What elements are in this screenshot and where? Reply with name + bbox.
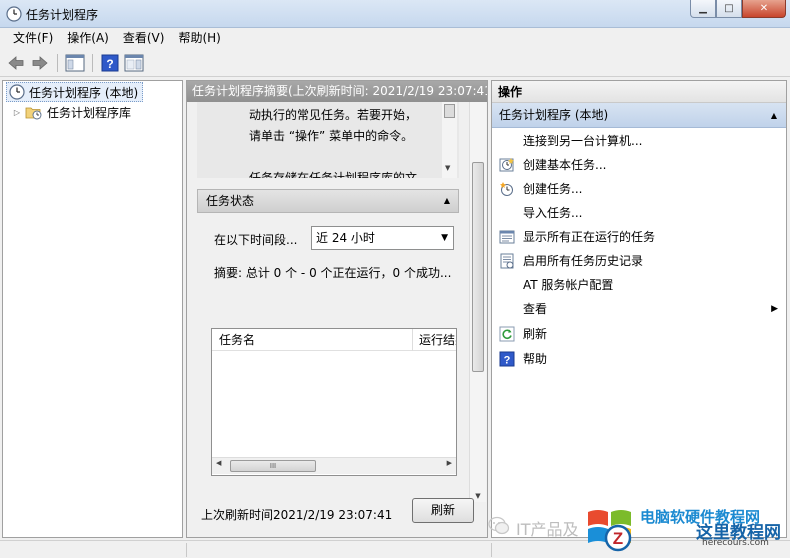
dropdown-arrow-icon[interactable]: ▼	[441, 227, 448, 249]
show-action-pane-icon[interactable]	[124, 53, 144, 73]
table-header-row: 任务名 运行结果	[212, 329, 456, 351]
summary-header: 任务计划程序摘要(上次刷新时间: 2021/2/19 23:07:41)	[187, 81, 487, 102]
clock-icon	[9, 84, 25, 100]
scroll-right-arrow-icon[interactable]: ▶	[447, 459, 452, 467]
window-title: 任务计划程序	[26, 8, 99, 22]
folder-clock-icon	[25, 107, 42, 120]
maximize-button[interactable]: □	[716, 0, 742, 18]
collapse-caret-icon[interactable]: ▲	[771, 103, 777, 128]
table-scroll-thumb[interactable]: III	[230, 460, 316, 472]
menu-bar: 文件(F) 操作(A) 查看(V) 帮助(H)	[0, 28, 790, 49]
action-label: 查看	[523, 302, 548, 316]
summary-scroll-thumb[interactable]	[472, 162, 484, 372]
task-summary-text: 摘要: 总计 0 个 - 0 个正在运行，0 个成功...	[214, 266, 452, 280]
actions-pane: 操作 任务计划程序 (本地) ▲ 连接到另一台计算机... 创建基本任务... …	[491, 80, 787, 538]
task-status-table: 任务名 运行结果 ◀ III ▶	[211, 328, 457, 476]
scroll-left-arrow-icon[interactable]: ◀	[216, 459, 221, 467]
action-label: 刷新	[523, 327, 548, 341]
svg-text:?: ?	[504, 355, 511, 367]
description-line: 动执行的常见任务。若要开始，	[249, 108, 418, 122]
minimize-button[interactable]: ▁	[690, 0, 716, 18]
refresh-button[interactable]: 刷新	[412, 498, 474, 523]
collapse-caret-icon[interactable]: ▲	[444, 190, 450, 212]
summary-pane: 任务计划程序摘要(上次刷新时间: 2021/2/19 23:07:41) 动执行…	[186, 80, 488, 538]
description-line: 任务存储在任务计划程序库的文	[249, 171, 418, 178]
status-bar-divider	[491, 543, 492, 557]
menu-action[interactable]: 操作(A)	[60, 28, 116, 49]
action-at-service-account[interactable]: AT 服务帐户配置	[492, 273, 786, 297]
description-scrollbar[interactable]: ▼	[442, 102, 457, 178]
task-scheduler-app-icon	[6, 6, 22, 22]
action-create-basic-task[interactable]: 创建基本任务...	[492, 153, 786, 177]
actions-header: 操作	[492, 81, 786, 103]
scroll-down-arrow-icon[interactable]: ▼	[445, 164, 450, 172]
task-status-title: 任务状态	[206, 194, 255, 208]
action-label: 导入任务...	[523, 206, 583, 220]
help-icon[interactable]: ?	[100, 53, 120, 73]
tree-item-task-scheduler-local[interactable]: 任务计划程序 (本地)	[6, 82, 144, 102]
svg-text:?: ?	[106, 57, 113, 71]
column-header-task-name[interactable]: 任务名	[212, 329, 255, 351]
expand-arrow-icon[interactable]: ▷	[12, 108, 22, 117]
action-help[interactable]: ? 帮助	[492, 347, 786, 371]
description-line: 请单击 “操作” 菜单中的命令。	[249, 129, 414, 143]
last-refresh-time: 上次刷新时间2021/2/19 23:07:41	[201, 508, 393, 522]
action-label: 创建基本任务...	[523, 158, 607, 172]
menu-file[interactable]: 文件(F)	[6, 28, 60, 49]
status-bar	[0, 540, 790, 558]
action-connect-computer[interactable]: 连接到另一台计算机...	[492, 129, 786, 153]
submenu-arrow-icon: ▶	[771, 304, 778, 314]
toolbar-separator	[57, 53, 58, 72]
period-select[interactable]: 近 24 小时 ▼	[311, 226, 454, 250]
column-header-run-result[interactable]: 运行结果	[412, 329, 456, 351]
show-hide-console-tree-icon[interactable]	[65, 53, 85, 73]
period-select-value: 近 24 小时	[316, 231, 375, 245]
toolbar-separator	[92, 53, 93, 72]
action-label: 启用所有任务历史记录	[523, 254, 644, 268]
action-create-task[interactable]: 创建任务...	[492, 177, 786, 201]
task-status-section-header[interactable]: 任务状态 ▲	[197, 189, 459, 213]
action-show-running-tasks[interactable]: 显示所有正在运行的任务	[492, 225, 786, 249]
running-tasks-icon	[499, 230, 515, 244]
history-icon	[500, 253, 514, 269]
action-import-task[interactable]: 导入任务...	[492, 201, 786, 225]
action-label: 创建任务...	[523, 182, 583, 196]
back-arrow-icon[interactable]	[6, 53, 26, 73]
description-box: 动执行的常见任务。若要开始， 请单击 “操作” 菜单中的命令。 任务存储在任务计…	[197, 102, 459, 178]
actions-section-header[interactable]: 任务计划程序 (本地) ▲	[492, 103, 786, 128]
actions-section-title: 任务计划程序 (本地)	[499, 108, 609, 122]
tree-item-task-scheduler-library[interactable]: ▷ 任务计划程序库	[12, 102, 131, 122]
help-icon: ?	[499, 351, 515, 367]
create-task-icon	[500, 182, 513, 196]
action-view-submenu[interactable]: 查看 ▶	[492, 297, 786, 321]
console-tree-pane: 任务计划程序 (本地) ▷ 任务计划程序库	[2, 80, 183, 538]
forward-arrow-icon[interactable]	[30, 53, 50, 73]
period-label: 在以下时间段...	[214, 233, 298, 247]
action-refresh[interactable]: 刷新	[492, 322, 786, 346]
menu-help[interactable]: 帮助(H)	[171, 28, 227, 49]
description-scroll-thumb[interactable]	[444, 104, 455, 118]
tree-item-label: 任务计划程序库	[47, 105, 132, 120]
menu-view[interactable]: 查看(V)	[116, 28, 172, 49]
table-horizontal-scrollbar[interactable]: ◀ III ▶	[212, 457, 456, 474]
tree-item-label: 任务计划程序 (本地)	[29, 85, 139, 100]
title-bar: 任务计划程序 ▁ □ ✕	[0, 0, 790, 28]
summary-vertical-scrollbar[interactable]: ▼	[469, 102, 486, 502]
refresh-icon	[499, 326, 515, 342]
action-enable-history[interactable]: 启用所有任务历史记录	[492, 249, 786, 273]
create-basic-task-icon	[499, 158, 514, 172]
toolbar: ?	[0, 49, 790, 77]
close-button[interactable]: ✕	[742, 0, 786, 18]
action-label: 连接到另一台计算机...	[523, 134, 643, 148]
status-bar-divider	[186, 543, 187, 557]
action-label: AT 服务帐户配置	[523, 278, 614, 292]
action-label: 帮助	[523, 352, 548, 366]
action-label: 显示所有正在运行的任务	[523, 230, 656, 244]
